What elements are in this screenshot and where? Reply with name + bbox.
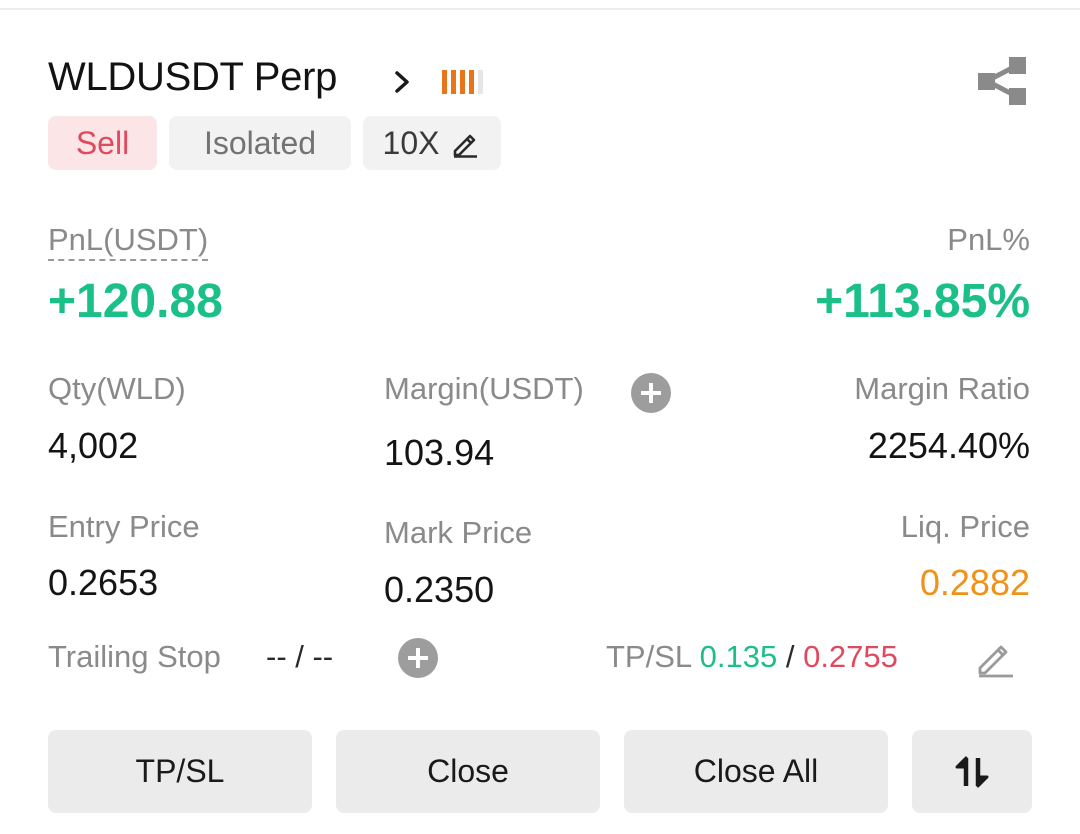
side-badge: Sell xyxy=(48,116,157,170)
add-margin-button[interactable] xyxy=(631,373,671,413)
pencil-icon[interactable] xyxy=(976,636,1016,678)
tpsl-button[interactable]: TP/SL xyxy=(48,730,312,813)
share-icon[interactable] xyxy=(976,54,1030,108)
symbol-title[interactable]: WLDUSDT Perp xyxy=(48,52,337,102)
liq-price-label: Liq. Price xyxy=(900,509,1030,544)
liq-price-value: 0.2882 xyxy=(919,562,1030,603)
signal-bars-icon xyxy=(442,70,483,94)
leverage-label: 10X xyxy=(382,125,440,161)
pnl-label[interactable]: PnL(USDT) xyxy=(48,220,209,261)
leverage-button[interactable]: 10X xyxy=(363,116,501,170)
margin-value: 103.94 xyxy=(384,432,495,473)
trailing-stop-label: Trailing Stop xyxy=(48,639,221,674)
stop-loss-value: 0.2755 xyxy=(803,639,898,674)
qty-label: Qty(WLD) xyxy=(48,371,186,406)
margin-label: Margin(USDT) xyxy=(384,371,584,406)
mark-price-value: 0.2350 xyxy=(384,569,495,610)
margin-ratio-label: Margin Ratio xyxy=(854,371,1030,406)
entry-price-value: 0.2653 xyxy=(48,562,159,603)
tpsl-label: TP/SL xyxy=(606,639,691,674)
qty-value: 4,002 xyxy=(48,425,139,466)
take-profit-value: 0.135 xyxy=(699,639,778,674)
pnl-pct-value: +113.85% xyxy=(815,275,1030,328)
add-trailing-stop-button[interactable] xyxy=(398,638,438,678)
top-divider xyxy=(0,8,1080,10)
margin-ratio-value: 2254.40% xyxy=(867,425,1030,466)
entry-price-label: Entry Price xyxy=(48,509,200,544)
tpsl-row: TP/SL 0.135 / 0.2755 xyxy=(606,637,898,677)
pnl-label-text: PnL(USDT) xyxy=(48,222,209,261)
close-button[interactable]: Close xyxy=(336,730,600,813)
reverse-position-button[interactable] xyxy=(912,730,1032,813)
tpsl-separator: / xyxy=(785,639,795,674)
pnl-pct-label: PnL% xyxy=(947,222,1030,257)
pnl-value: +120.88 xyxy=(48,275,223,328)
chevron-right-icon[interactable] xyxy=(388,64,418,100)
close-all-button[interactable]: Close All xyxy=(624,730,888,813)
trailing-stop-value: -- / -- xyxy=(266,639,334,674)
margin-mode-badge[interactable]: Isolated xyxy=(169,116,351,170)
pencil-icon xyxy=(454,134,478,158)
swap-vertical-icon xyxy=(955,756,989,788)
mark-price-label: Mark Price xyxy=(384,515,533,550)
